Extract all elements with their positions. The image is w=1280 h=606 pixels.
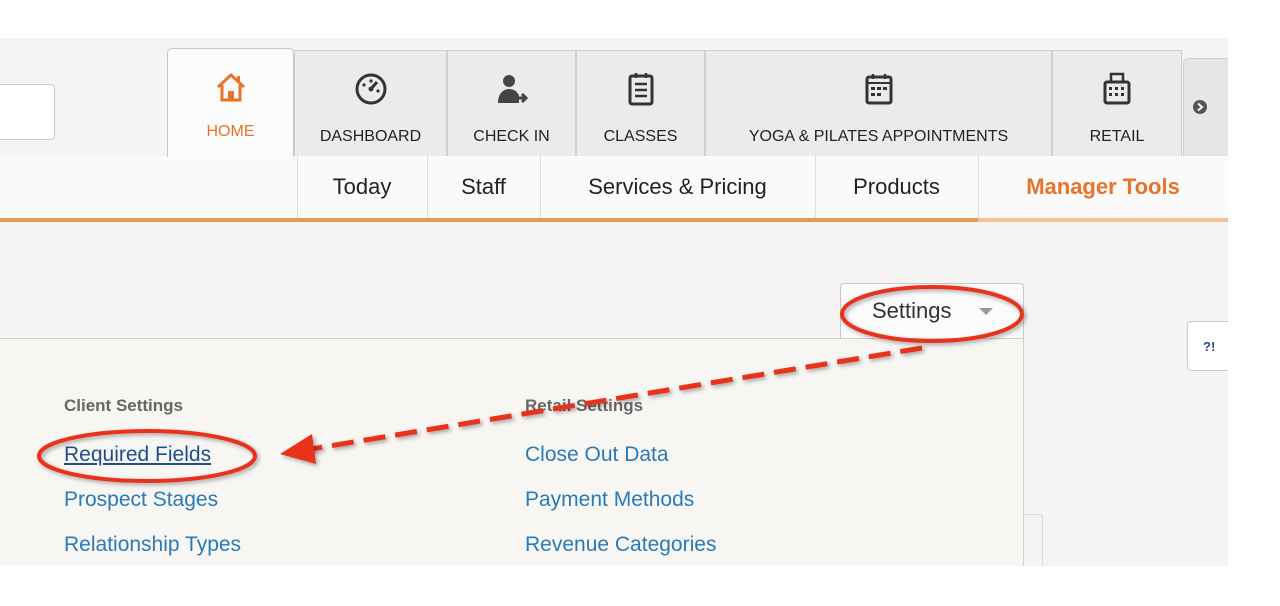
notepad-icon <box>577 71 704 107</box>
tab-retail[interactable]: RETAIL <box>1052 50 1182 156</box>
tab-label: CHECK IN <box>473 128 550 145</box>
tab-classes[interactable]: CLASSES <box>576 50 705 156</box>
app-window: HOME DASHBOARD CHECK IN CLASSES YOGA & P… <box>0 38 1228 566</box>
settings-label: Settings <box>872 298 952 323</box>
main-tab-strip: HOME DASHBOARD CHECK IN CLASSES YOGA & P… <box>0 38 1228 157</box>
register-icon <box>1053 71 1181 107</box>
tab-label: RETAIL <box>1089 128 1145 145</box>
tab-label: HOME <box>206 123 255 140</box>
caret-down-icon <box>979 308 993 315</box>
tab-check-in[interactable]: CHECK IN <box>447 50 576 156</box>
panel-edge <box>1022 514 1043 566</box>
tab-label: YOGA & PILATES APPOINTMENTS <box>748 128 1009 145</box>
tab-dashboard[interactable]: DASHBOARD <box>294 50 447 156</box>
subnav-manager-tools[interactable]: Manager Tools <box>978 156 1228 218</box>
calendar-icon <box>706 71 1051 107</box>
help-button[interactable]: ?! <box>1187 321 1228 371</box>
client-settings-heading: Client Settings <box>64 396 184 415</box>
settings-dropdown-button[interactable]: Settings <box>840 283 1024 339</box>
tab-appointments[interactable]: YOGA & PILATES APPOINTMENTS <box>705 50 1052 156</box>
link-close-out-data[interactable]: Close Out Data <box>525 443 669 467</box>
more-tabs-button[interactable] <box>1183 58 1228 156</box>
retail-settings-heading: Retail Settings <box>525 396 644 415</box>
help-label: ?! <box>1203 339 1216 354</box>
link-relationship-types[interactable]: Relationship Types <box>64 533 241 557</box>
subnav-services-pricing[interactable]: Services & Pricing <box>540 156 815 218</box>
tab-label: DASHBOARD <box>319 128 422 145</box>
link-required-fields[interactable]: Required Fields <box>64 443 211 467</box>
link-payment-methods[interactable]: Payment Methods <box>525 488 694 512</box>
link-revenue-categories[interactable]: Revenue Categories <box>525 533 716 557</box>
subnav-staff[interactable]: Staff <box>427 156 540 218</box>
home-icon <box>168 69 293 105</box>
link-prospect-stages[interactable]: Prospect Stages <box>64 488 218 512</box>
subnav-today[interactable]: Today <box>297 156 427 218</box>
sub-navigation: Today Staff Services & Pricing Products … <box>0 156 1228 222</box>
person-arrow-icon <box>448 71 575 107</box>
tab-label: CLASSES <box>603 128 678 145</box>
subnav-products[interactable]: Products <box>815 156 978 218</box>
gauge-icon <box>295 71 446 107</box>
chevron-right-icon <box>1192 99 1208 120</box>
selected-indicator <box>978 218 1228 222</box>
tab-home[interactable]: HOME <box>167 48 294 157</box>
settings-menu-panel: Client Settings Required Fields Prospect… <box>0 338 1024 566</box>
